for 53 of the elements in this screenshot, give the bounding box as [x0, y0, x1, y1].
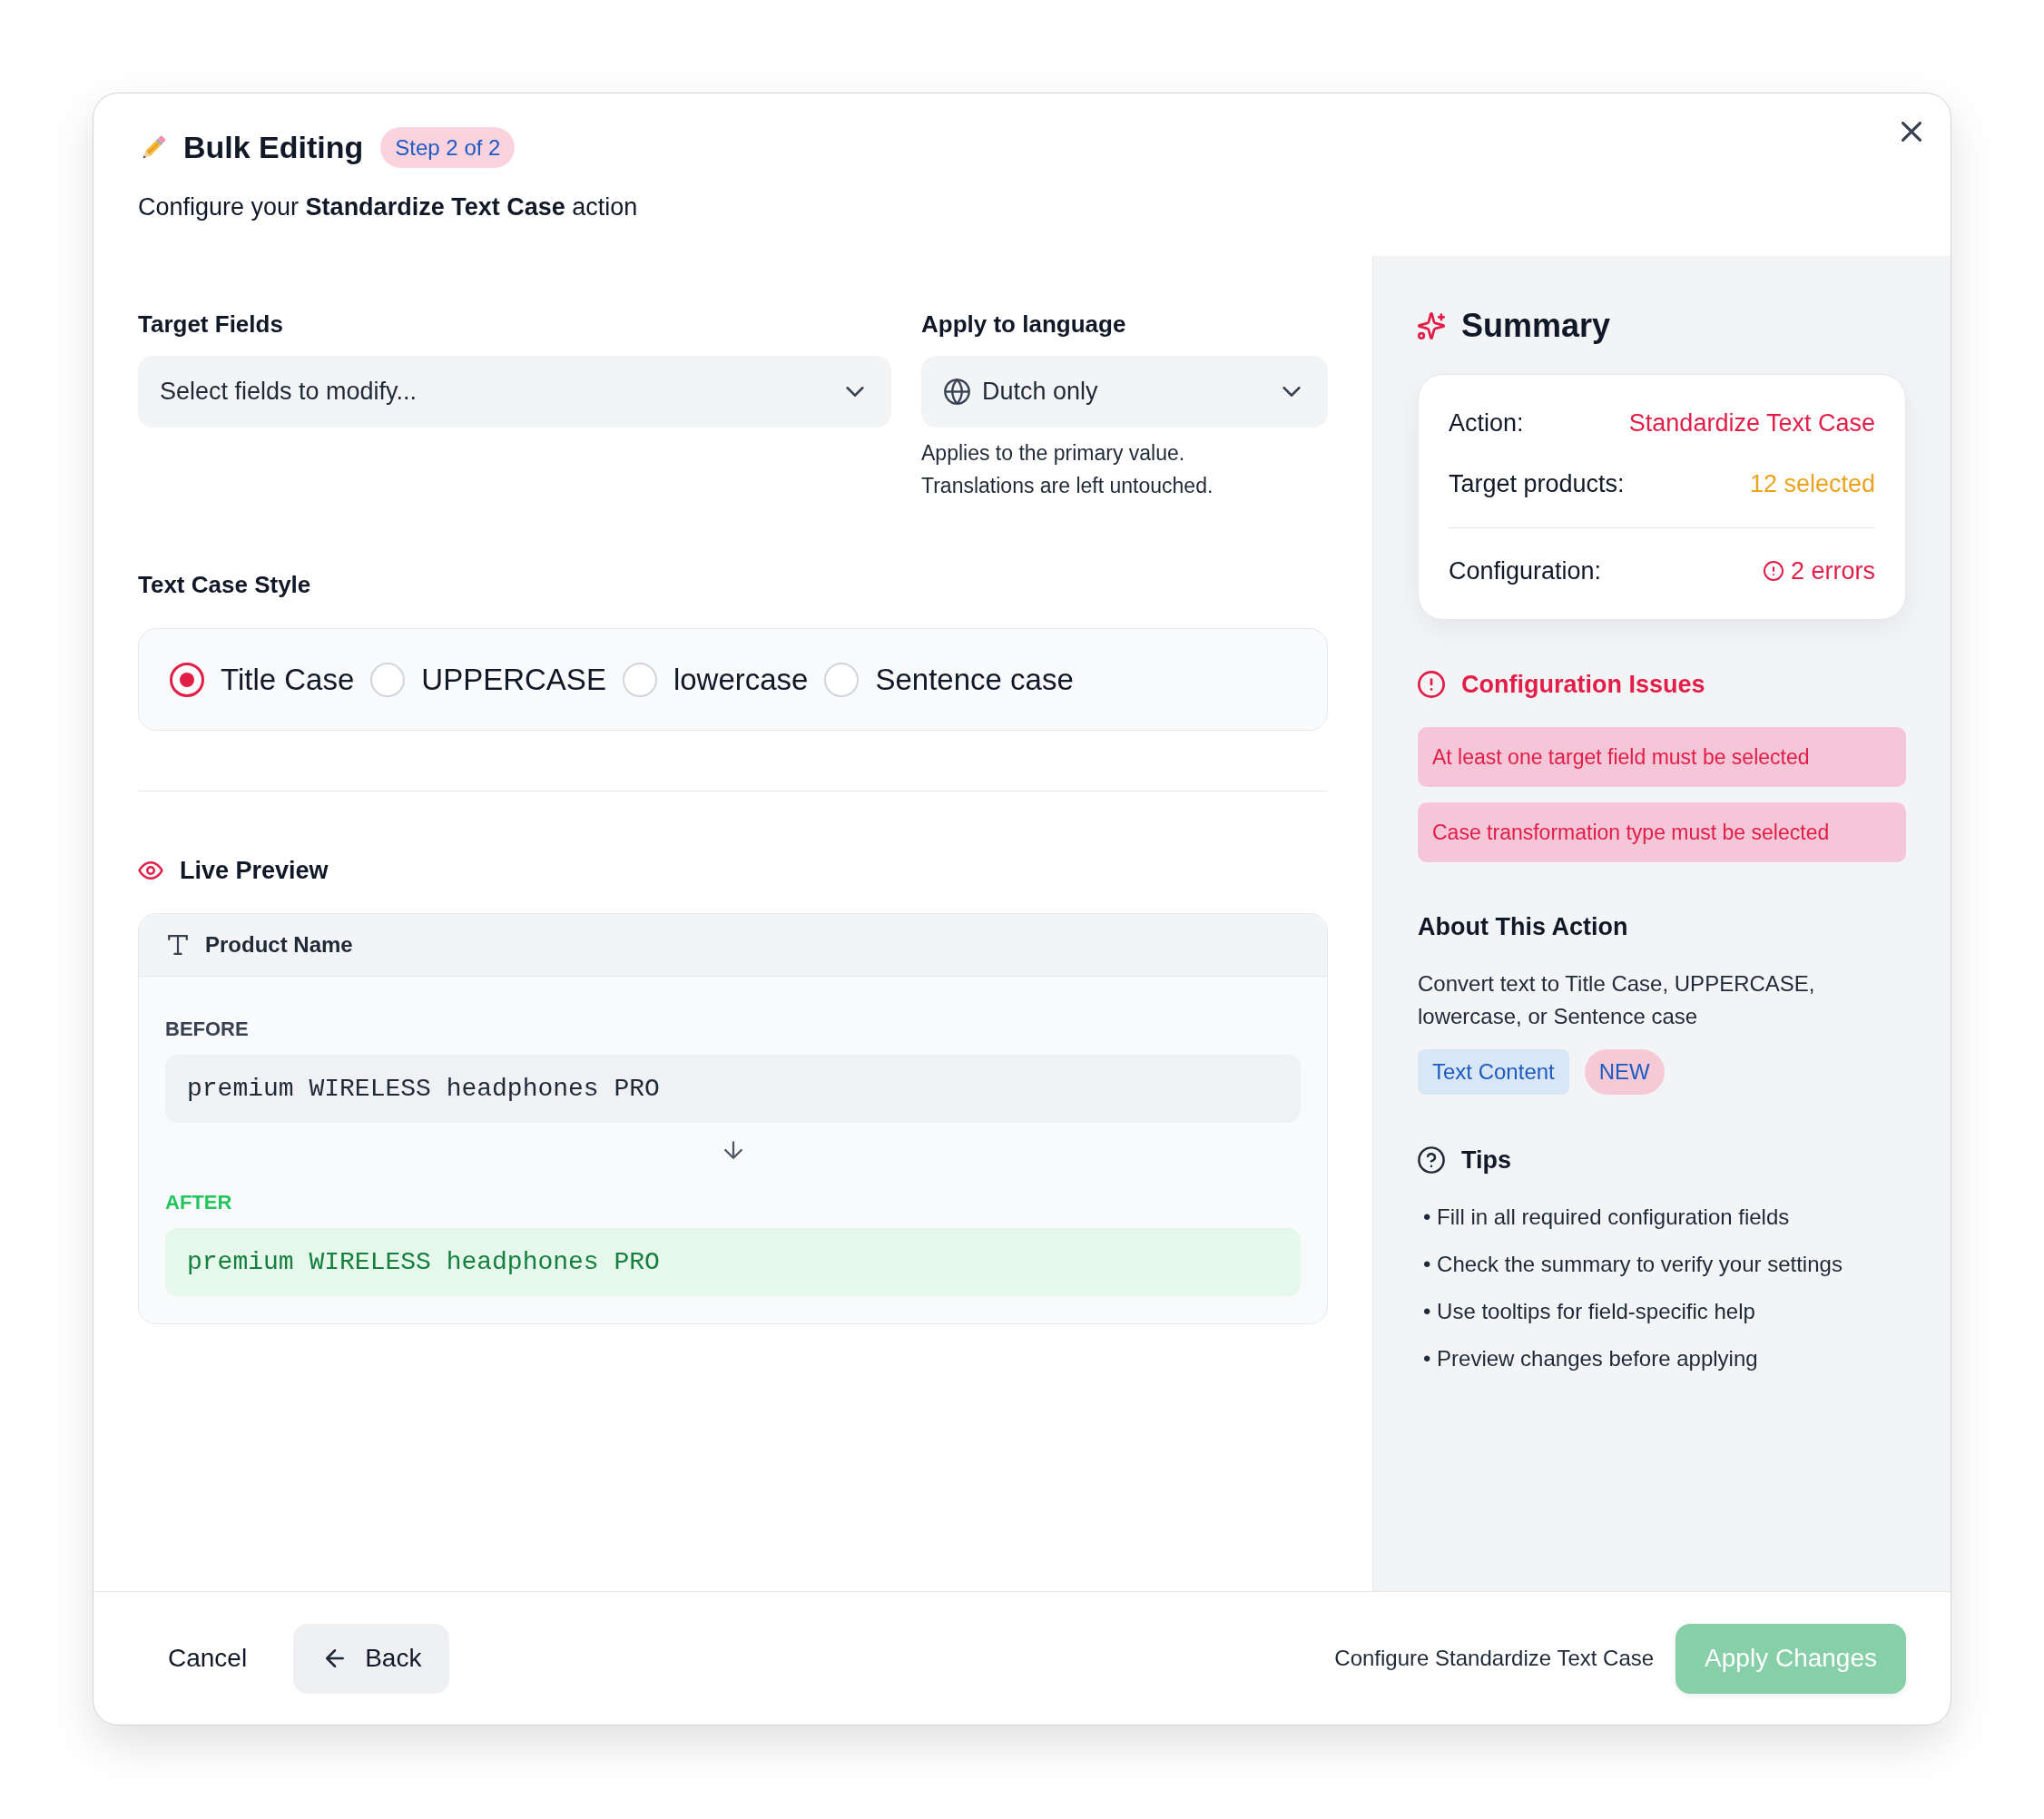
before-label: BEFORE: [165, 1017, 250, 1042]
field-label: Apply to language: [921, 310, 1127, 339]
arrow-left-icon: [326, 1649, 345, 1667]
tip-item: • Preview changes before applying: [1423, 1345, 1759, 1372]
step-badge: Step 2 of 2: [380, 127, 516, 168]
footer-status-text: Configure Standardize Text Case: [1334, 1645, 1655, 1672]
tips-title: Tips: [1461, 1145, 1511, 1175]
section-title: Live Preview: [180, 856, 329, 886]
alert-icon: [1418, 671, 1445, 698]
before-value: premium WIRELESS headphones PRO: [165, 1055, 1301, 1123]
chevron-down-icon: [1282, 387, 1301, 397]
summary-label: Target products:: [1449, 468, 1625, 499]
field-name: Product Name: [205, 931, 353, 959]
issues-title: Configuration Issues: [1461, 669, 1705, 700]
dialog-subtitle: Configure your Standardize Text Case action: [138, 192, 639, 222]
radio-option[interactable]: Title Case: [170, 661, 355, 698]
category-tag: Text Content: [1418, 1049, 1569, 1095]
tip-item: • Use tooltips for field-specific help: [1423, 1298, 1756, 1325]
about-title: About This Action: [1418, 912, 1629, 942]
summary-title: Summary: [1461, 306, 1611, 346]
tip-item: • Check the summary to verify your settings: [1423, 1251, 1843, 1278]
help-icon: [1418, 1146, 1445, 1174]
chevron-down-icon: [846, 387, 864, 397]
dialog-title: Bulk Editing: [183, 129, 364, 166]
target-fields-select[interactable]: Select fields to modify...: [138, 356, 891, 428]
eye-icon: [138, 861, 163, 880]
letter-t-icon: [168, 935, 188, 955]
new-tag: NEW: [1584, 1049, 1665, 1095]
globe-icon: [944, 379, 970, 405]
error-count: 2 errors: [1790, 556, 1875, 586]
tip-item: • Fill in all required configuration fields: [1423, 1204, 1791, 1231]
radio-option[interactable]: lowercase: [622, 661, 809, 698]
sparkle-icon: [1418, 312, 1445, 339]
issue-message: At least one target field must be selected: [1418, 727, 1906, 787]
alert-icon: [1763, 561, 1784, 581]
after-value: premium WIRELESS headphones PRO: [165, 1228, 1301, 1296]
back-button[interactable]: Back: [293, 1623, 450, 1694]
arrow-down-icon: [723, 1141, 742, 1159]
field-label: Text Case Style: [138, 570, 312, 600]
radio-option[interactable]: UPPERCASE: [370, 661, 606, 698]
summary-label: Configuration:: [1449, 556, 1602, 586]
language-select[interactable]: Dutch only: [921, 356, 1328, 428]
radio-option[interactable]: Sentence case: [824, 661, 1074, 698]
issue-message: Case transformation type must be selected: [1418, 802, 1906, 862]
cancel-button[interactable]: Cancel: [138, 1623, 278, 1694]
close-icon: [1902, 122, 1921, 142]
summary-label: Action:: [1449, 408, 1524, 438]
about-description: Convert text to Title Case, UPPERCASE, lowercase, or Sentence case: [1418, 970, 1816, 1030]
help-text: Applies to the primary value. Translations are left untouched.: [921, 440, 1214, 499]
summary-value: 12 selected: [1749, 468, 1875, 499]
after-label: AFTER: [165, 1190, 233, 1215]
summary-value: Standardize Text Case: [1628, 408, 1875, 438]
field-label: Target Fields: [138, 310, 284, 339]
